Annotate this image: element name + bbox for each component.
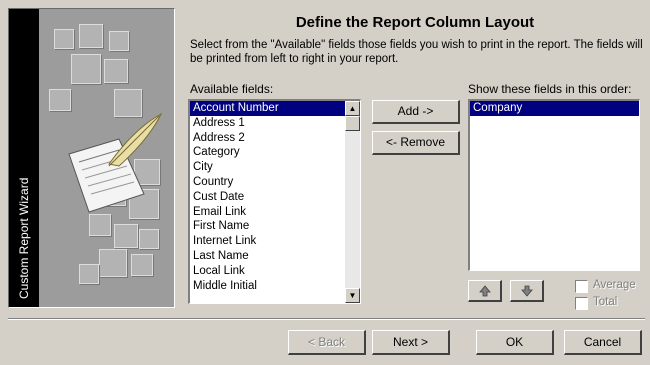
list-item[interactable]: Local Link [190, 264, 360, 279]
sidebar-tile [79, 24, 103, 48]
selected-fields-list[interactable]: Company [468, 99, 640, 271]
list-item[interactable]: Company [470, 101, 639, 116]
scroll-up-icon[interactable]: ▲ [345, 101, 360, 116]
sidebar-tile [131, 254, 153, 276]
list-item[interactable]: Account Number [190, 101, 360, 116]
list-item[interactable]: Middle Initial [190, 279, 360, 294]
remove-button[interactable]: <- Remove [372, 131, 460, 155]
wizard-sidebar: Custom Report Wizard [8, 8, 175, 308]
list-item[interactable]: Email Link [190, 205, 360, 220]
selected-fields-label: Show these fields in this order: [468, 82, 632, 96]
sidebar-tile [114, 224, 138, 248]
list-item[interactable]: Internet Link [190, 234, 360, 249]
move-up-button[interactable] [468, 280, 502, 302]
list-item[interactable]: City [190, 160, 360, 175]
wizard-sidebar-title: Custom Report Wizard [17, 177, 31, 299]
list-item[interactable]: Address 2 [190, 131, 360, 146]
arrow-up-icon [478, 285, 491, 297]
footer-separator [8, 318, 645, 320]
scroll-thumb[interactable] [345, 116, 360, 131]
total-checkbox[interactable] [575, 297, 588, 310]
scroll-down-icon[interactable]: ▼ [345, 288, 360, 303]
average-checkbox[interactable] [575, 280, 588, 293]
page-title: Define the Report Column Layout [295, 14, 535, 31]
available-scrollbar[interactable]: ▲ ▼ [345, 101, 360, 303]
list-item[interactable]: Country [190, 175, 360, 190]
add-button[interactable]: Add -> [372, 100, 460, 124]
ok-button[interactable]: OK [476, 330, 554, 355]
sidebar-tile [54, 29, 74, 49]
cancel-button[interactable]: Cancel [564, 330, 642, 355]
sidebar-tile [79, 264, 99, 284]
available-fields-label: Available fields: [190, 82, 274, 96]
back-button[interactable]: < Back [288, 330, 366, 355]
total-label: Total [593, 296, 618, 308]
sidebar-tile [109, 31, 129, 51]
move-down-button[interactable] [510, 280, 544, 302]
list-item[interactable]: Last Name [190, 249, 360, 264]
arrow-down-icon [520, 285, 533, 297]
sidebar-tile [71, 54, 101, 84]
sidebar-tile [104, 59, 128, 83]
list-item[interactable]: Category [190, 145, 360, 160]
available-fields-list[interactable]: Account Number Address 1 Address 2 Category… [188, 99, 361, 304]
sidebar-tile [99, 249, 127, 277]
average-label: Average [593, 279, 636, 291]
page-description: Select from the "Available" fields those… [190, 39, 643, 65]
list-item[interactable]: Cust Date [190, 190, 360, 205]
quill-paper-icon [68, 112, 163, 213]
list-item[interactable]: First Name [190, 219, 360, 234]
sidebar-tile [139, 229, 159, 249]
list-item[interactable]: Address 1 [190, 116, 360, 131]
next-button[interactable]: Next > [372, 330, 450, 355]
